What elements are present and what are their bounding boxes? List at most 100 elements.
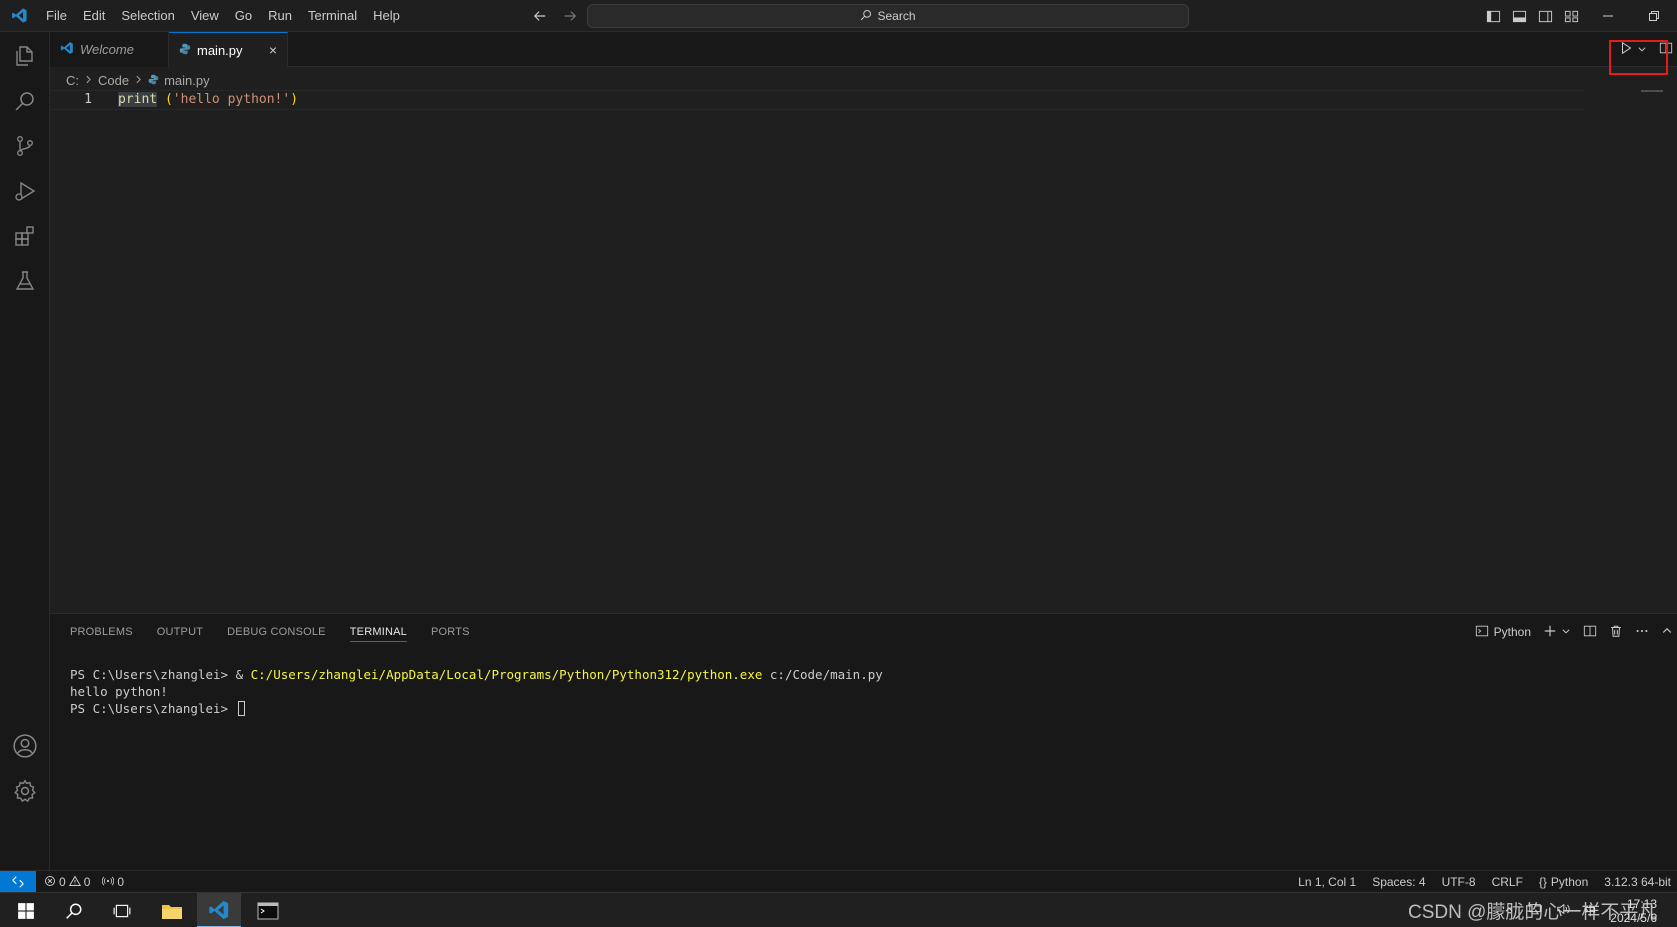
- ime-indicator[interactable]: 中: [1584, 902, 1596, 919]
- taskbar-search-icon[interactable]: [52, 893, 96, 927]
- file-explorer-folder-icon[interactable]: [150, 893, 194, 927]
- terminal-python-path: C:/Users/zhanglei/AppData/Local/Programs…: [250, 667, 763, 682]
- terminal-prompt: PS C:\Users\zhanglei>: [70, 701, 236, 716]
- problems-status[interactable]: 0 0: [44, 875, 90, 890]
- trash-icon[interactable]: [1609, 624, 1623, 641]
- menu-run[interactable]: Run: [260, 4, 300, 28]
- more-actions-icon[interactable]: [1635, 624, 1649, 641]
- language-mode[interactable]: {} Python: [1539, 875, 1588, 889]
- encoding[interactable]: UTF-8: [1442, 875, 1476, 889]
- warning-icon: [68, 875, 81, 890]
- vscode-window: File Edit Selection View Go Run Terminal…: [0, 0, 1677, 927]
- broadcast-icon: [102, 875, 115, 890]
- search-sidebar-icon[interactable]: [0, 77, 50, 125]
- breadcrumb-file[interactable]: main.py: [164, 73, 210, 88]
- windows-taskbar: CSDN @朦胧的心一样不平凡 中 17:13 2024/5/6: [0, 892, 1677, 927]
- code-line[interactable]: 1 print ('hello python!'): [50, 90, 1585, 110]
- panel-tabs: PROBLEMS OUTPUT DEBUG CONSOLE TERMINAL P…: [70, 614, 470, 650]
- close-tab-icon[interactable]: ×: [269, 42, 277, 58]
- error-count: 0: [59, 875, 66, 889]
- chevron-up-icon[interactable]: [1504, 904, 1514, 918]
- terminal-prompt: PS C:\Users\zhanglei> &: [70, 667, 251, 682]
- ports-count: 0: [117, 875, 125, 889]
- new-terminal-plus-icon[interactable]: [1543, 624, 1557, 641]
- remote-indicator-icon[interactable]: [0, 871, 36, 893]
- terminal-profile[interactable]: Python: [1475, 624, 1531, 641]
- terminal-line: PS C:\Users\zhanglei> & C:/Users/zhangle…: [70, 666, 883, 683]
- code-editor[interactable]: 1 print ('hello python!'): [50, 90, 1677, 613]
- restore-icon[interactable]: [1631, 0, 1677, 32]
- menu-terminal[interactable]: Terminal: [300, 4, 365, 28]
- ports-status[interactable]: 0: [102, 875, 124, 890]
- tab-main-py[interactable]: main.py ×: [169, 32, 288, 67]
- maximize-panel-chevron-up-icon[interactable]: [1661, 625, 1673, 640]
- source-control-icon[interactable]: [0, 122, 50, 170]
- task-view-icon[interactable]: [100, 893, 144, 927]
- navigation-arrows: [530, 6, 580, 26]
- chevron-down-icon[interactable]: [1561, 625, 1571, 639]
- token-close-paren: ): [290, 92, 299, 107]
- activity-bar: [0, 32, 50, 870]
- end-of-line[interactable]: CRLF: [1492, 875, 1523, 889]
- terminal-line: PS C:\Users\zhanglei>: [70, 700, 883, 717]
- split-terminal-icon[interactable]: [1583, 624, 1597, 641]
- menu-go[interactable]: Go: [227, 4, 260, 28]
- network-icon[interactable]: [1528, 902, 1542, 919]
- accounts-icon[interactable]: [0, 722, 50, 770]
- indentation[interactable]: Spaces: 4: [1372, 875, 1425, 889]
- search-label: Search: [877, 9, 916, 23]
- system-tray: 中 17:13 2024/5/6: [1504, 893, 1657, 927]
- terminal-line: hello python!: [70, 684, 168, 699]
- tab-output[interactable]: OUTPUT: [157, 626, 203, 638]
- title-bar: File Edit Selection View Go Run Terminal…: [0, 0, 1677, 32]
- menu-edit[interactable]: Edit: [75, 4, 113, 28]
- toggle-secondary-sidebar-icon[interactable]: [1533, 4, 1557, 28]
- testing-flask-icon[interactable]: [0, 257, 50, 305]
- tab-problems[interactable]: PROBLEMS: [70, 626, 133, 638]
- menu-file[interactable]: File: [38, 4, 75, 28]
- breadcrumb-folder[interactable]: Code: [98, 73, 129, 88]
- tab-debug-console[interactable]: DEBUG CONSOLE: [227, 626, 326, 638]
- tab-welcome[interactable]: Welcome: [50, 32, 169, 67]
- search-icon: [860, 9, 872, 24]
- terminal-output[interactable]: PS C:\Users\zhanglei> & C:/Users/zhangle…: [70, 666, 883, 717]
- explorer-icon[interactable]: [0, 32, 50, 80]
- tab-label: main.py: [197, 42, 243, 58]
- back-arrow-icon[interactable]: [530, 6, 550, 26]
- clock[interactable]: 17:13 2024/5/6: [1610, 897, 1657, 925]
- forward-arrow-icon[interactable]: [560, 6, 580, 26]
- clock-time: 17:13: [1626, 896, 1657, 911]
- breadcrumb-drive[interactable]: C:: [66, 73, 79, 88]
- status-right: Ln 1, Col 1 Spaces: 4 UTF-8 CRLF {} Pyth…: [1298, 871, 1671, 893]
- tab-ports[interactable]: PORTS: [431, 626, 470, 638]
- cursor-position[interactable]: Ln 1, Col 1: [1298, 875, 1356, 889]
- extensions-icon[interactable]: [0, 212, 50, 260]
- menu-help[interactable]: Help: [365, 4, 408, 28]
- token-string: 'hello python!': [172, 92, 291, 107]
- python-interpreter[interactable]: 3.12.3 64-bit: [1604, 875, 1671, 889]
- toggle-panel-icon[interactable]: [1507, 4, 1531, 28]
- run-and-debug-icon[interactable]: [0, 167, 50, 215]
- toggle-primary-sidebar-icon[interactable]: [1481, 4, 1505, 28]
- terminal-profile-label: Python: [1493, 625, 1531, 639]
- minimap[interactable]: [1641, 90, 1663, 92]
- windows-start-icon[interactable]: [4, 893, 48, 927]
- warning-count: 0: [83, 875, 91, 889]
- menu-view[interactable]: View: [183, 4, 227, 28]
- editor-tabs: Welcome main.py ×: [50, 32, 1677, 67]
- clock-date: 2024/5/6: [1610, 910, 1657, 925]
- customize-layout-icon[interactable]: [1559, 4, 1583, 28]
- tab-terminal[interactable]: TERMINAL: [349, 626, 407, 642]
- run-button-highlight-box: [1609, 40, 1668, 75]
- menu-selection[interactable]: Selection: [113, 4, 182, 28]
- taskbar-vscode-icon[interactable]: [197, 893, 241, 927]
- minimize-icon[interactable]: [1585, 0, 1631, 32]
- taskbar-terminal-icon[interactable]: [246, 893, 290, 927]
- command-center-search[interactable]: Search: [587, 4, 1189, 28]
- volume-icon[interactable]: [1556, 902, 1570, 919]
- status-left: 0 0 0: [44, 871, 124, 893]
- line-number: 1: [84, 92, 92, 107]
- manage-gear-icon[interactable]: [0, 767, 50, 815]
- terminal-icon: [1475, 624, 1489, 641]
